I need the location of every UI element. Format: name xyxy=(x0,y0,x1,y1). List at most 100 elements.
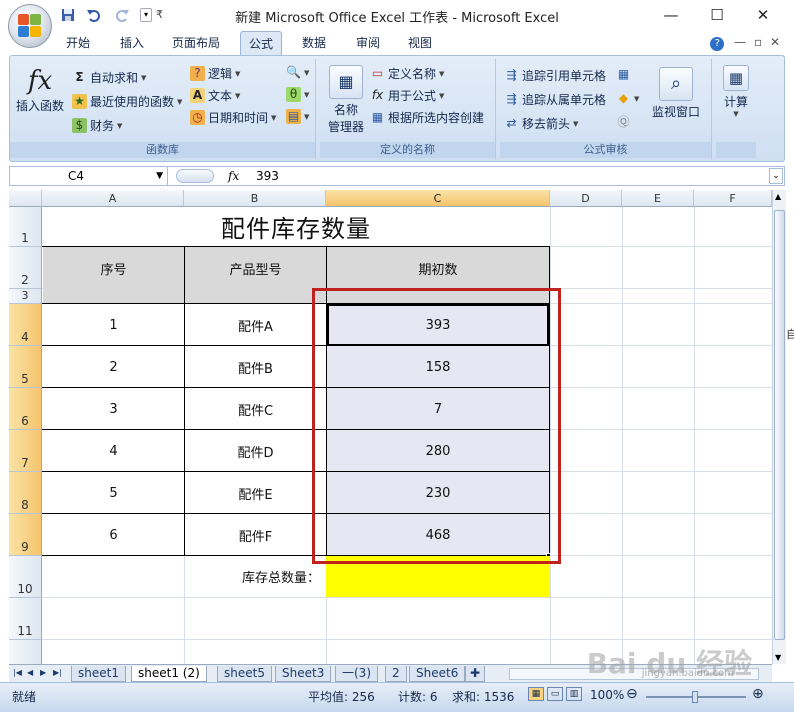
row-header-2[interactable]: 2 xyxy=(9,247,42,289)
column-header-d[interactable]: D xyxy=(550,190,622,207)
header-initial[interactable]: 期初数 xyxy=(327,247,549,303)
define-name-button[interactable]: ▭ 定义名称 ▼ xyxy=(370,65,445,82)
column-header-f[interactable]: F xyxy=(694,190,772,207)
column-header-c[interactable]: C xyxy=(326,190,550,207)
first-sheet-icon[interactable]: |◀ xyxy=(13,668,22,677)
column-header-a[interactable]: A xyxy=(42,190,184,207)
page-layout-view-icon[interactable]: ▭ xyxy=(547,687,563,701)
zoom-level[interactable]: 100% xyxy=(590,688,624,702)
row-header-10[interactable]: 10 xyxy=(9,556,42,598)
show-formulas-button[interactable]: ▦ xyxy=(616,67,631,82)
watch-window-button[interactable]: ⌕ 监视窗口 xyxy=(648,67,704,120)
tab-page-layout[interactable]: 页面布局 xyxy=(164,31,228,55)
more-functions-button[interactable]: ▤ ▼ xyxy=(286,109,309,124)
next-sheet-icon[interactable]: ▶ xyxy=(40,668,46,677)
name-box-dropdown-icon[interactable]: ▼ xyxy=(156,167,163,185)
cell-qty[interactable]: 158 xyxy=(327,346,549,388)
cell-seq[interactable]: 6 xyxy=(43,514,184,556)
row-header-8[interactable]: 8 xyxy=(9,472,42,514)
prev-sheet-icon[interactable]: ◀ xyxy=(27,668,33,677)
doc-close-icon[interactable]: ✕ xyxy=(770,35,780,49)
cell-model[interactable]: 配件C xyxy=(185,388,326,430)
tab-review[interactable]: 审阅 xyxy=(348,31,388,55)
doc-minimize-icon[interactable]: — xyxy=(734,35,746,49)
last-sheet-icon[interactable]: ▶| xyxy=(53,668,62,677)
row-header-9[interactable]: 9 xyxy=(9,514,42,556)
total-label[interactable]: 库存总数量： xyxy=(185,556,326,597)
logical-button[interactable]: ? 逻辑 ▼ xyxy=(190,65,240,82)
evaluate-formula-button[interactable]: Ⓠ xyxy=(616,115,631,130)
cell-model[interactable]: 配件E xyxy=(185,472,326,514)
sheet-tab[interactable]: sheet1 xyxy=(71,666,126,682)
row-header-7[interactable]: 7 xyxy=(9,430,42,472)
sheet-tab[interactable]: Sheet3 xyxy=(275,666,332,682)
error-checking-button[interactable]: ◆ ▼ xyxy=(616,91,640,106)
lookup-button[interactable]: 🔍 ▼ xyxy=(286,65,309,80)
maximize-icon[interactable]: ☐ xyxy=(694,0,740,30)
insert-sheet-icon[interactable]: ✚ xyxy=(465,666,486,682)
trace-precedents-button[interactable]: ⇶ 追踪引用单元格 xyxy=(504,67,606,84)
math-button[interactable]: θ ▼ xyxy=(286,87,309,102)
column-header-e[interactable]: E xyxy=(622,190,694,207)
row-header-1[interactable]: 1 xyxy=(9,207,42,247)
cell-model[interactable]: 配件F xyxy=(185,514,326,556)
cell-model[interactable]: 配件D xyxy=(185,430,326,472)
row-header-12[interactable]: 12 xyxy=(9,640,42,664)
cell-seq[interactable]: 5 xyxy=(43,472,184,514)
sheet-tab[interactable]: sheet5 xyxy=(217,666,272,682)
worksheet-grid[interactable]: A B C D E F 1 2 3 4 5 6 7 8 9 10 11 12 配… xyxy=(9,190,772,664)
office-button[interactable] xyxy=(8,4,52,48)
tab-home[interactable]: 开始 xyxy=(58,31,98,55)
cell-seq[interactable]: 2 xyxy=(43,346,184,388)
sheet-tab-active[interactable]: sheet1 (2) xyxy=(131,666,207,682)
sheet-tab[interactable]: Sheet6 xyxy=(409,666,466,682)
page-break-view-icon[interactable]: ▥ xyxy=(566,687,582,701)
cell-qty[interactable]: 468 xyxy=(327,514,549,556)
row-header-4[interactable]: 4 xyxy=(9,304,42,346)
formula-expand-icon[interactable] xyxy=(176,169,214,183)
autosum-button[interactable]: Σ 自动求和 ▼ xyxy=(72,69,146,86)
scroll-up-icon[interactable]: ▲ xyxy=(775,192,781,201)
recently-used-button[interactable]: ★ 最近使用的函数 ▼ xyxy=(72,93,182,110)
calculate-button[interactable]: ▦ 计算 ▼ xyxy=(716,65,756,118)
vertical-scroll-thumb[interactable] xyxy=(774,210,785,640)
fx-insert-icon[interactable]: fx xyxy=(228,167,239,185)
cell-seq[interactable]: 4 xyxy=(43,430,184,472)
cell-qty[interactable]: 280 xyxy=(327,430,549,472)
cell-seq[interactable]: 3 xyxy=(43,388,184,430)
total-value-cell[interactable] xyxy=(326,556,550,597)
insert-function-button[interactable]: fx 插入函数 xyxy=(14,65,66,114)
financial-button[interactable]: $ 财务 ▼ xyxy=(72,117,122,134)
text-button[interactable]: A 文本 ▼ xyxy=(190,87,240,104)
tab-insert[interactable]: 插入 xyxy=(112,31,152,55)
scroll-down-icon[interactable]: ▼ xyxy=(775,653,781,662)
help-icon[interactable]: ? xyxy=(710,37,725,51)
close-icon[interactable]: ✕ xyxy=(740,0,786,30)
date-time-button[interactable]: ◷ 日期和时间 ▼ xyxy=(190,109,276,126)
doc-restore-icon[interactable]: ▫ xyxy=(754,35,762,49)
cell-model[interactable]: 配件B xyxy=(185,346,326,388)
tab-view[interactable]: 视图 xyxy=(400,31,440,55)
formula-bar-expand-icon[interactable]: ⌄ xyxy=(769,168,783,184)
row-header-3[interactable]: 3 xyxy=(9,289,42,304)
sheet-tab[interactable]: 一(3) xyxy=(335,666,378,682)
select-all-corner[interactable] xyxy=(9,190,42,207)
zoom-slider-thumb[interactable] xyxy=(692,691,698,703)
row-header-6[interactable]: 6 xyxy=(9,388,42,430)
create-from-selection-button[interactable]: ▦ 根据所选内容创建 xyxy=(370,109,484,126)
remove-arrows-button[interactable]: ⇄ 移去箭头 ▼ xyxy=(504,115,578,132)
sheet-title[interactable]: 配件库存数量 xyxy=(43,207,549,246)
cell-seq[interactable]: 1 xyxy=(43,304,184,346)
row-header-11[interactable]: 11 xyxy=(9,598,42,640)
tab-data[interactable]: 数据 xyxy=(294,31,334,55)
zoom-out-icon[interactable]: ⊖ xyxy=(626,686,638,702)
cell-model[interactable]: 配件A xyxy=(185,304,326,346)
cell-qty[interactable]: 7 xyxy=(327,388,549,430)
normal-view-icon[interactable]: ▦ xyxy=(528,687,544,701)
header-seq[interactable]: 序号 xyxy=(43,247,184,303)
trace-dependents-button[interactable]: ⇶ 追踪从属单元格 xyxy=(504,91,606,108)
formula-input[interactable]: 393 xyxy=(256,167,279,185)
sheet-tab[interactable]: 2 xyxy=(385,666,407,682)
row-header-5[interactable]: 5 xyxy=(9,346,42,388)
column-header-b[interactable]: B xyxy=(184,190,326,207)
